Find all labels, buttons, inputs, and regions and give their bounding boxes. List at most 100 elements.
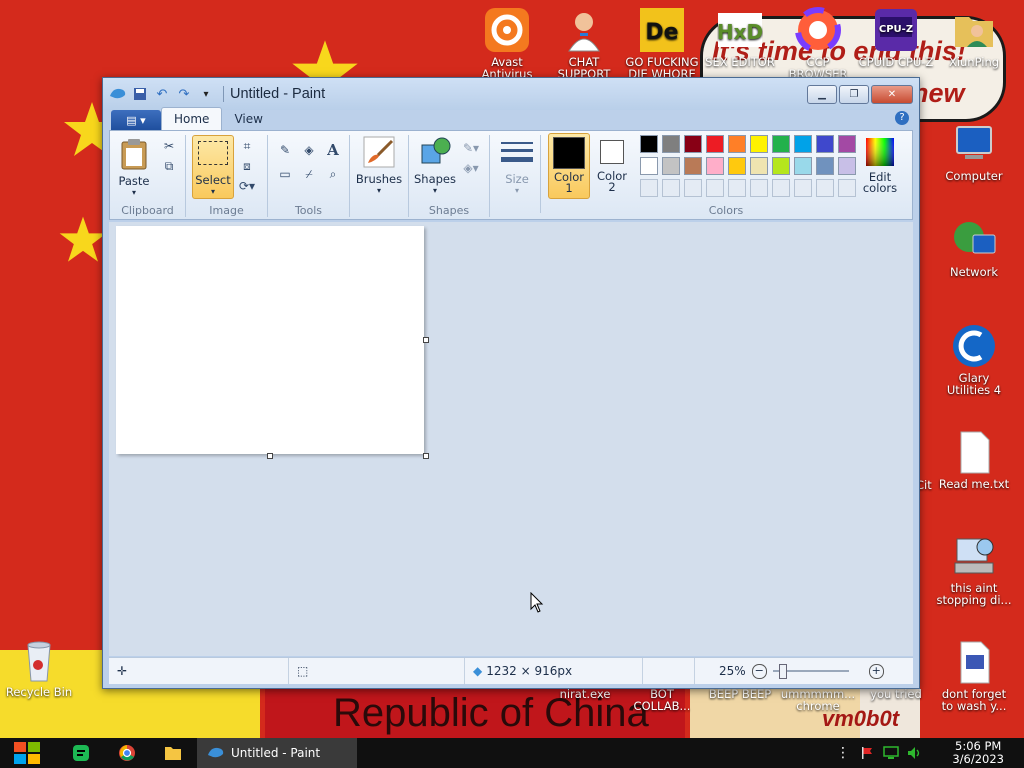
tab-home[interactable]: Home: [161, 107, 223, 130]
palette-swatch[interactable]: [684, 135, 702, 153]
edit-colors-button[interactable]: Edit colors: [858, 135, 902, 194]
palette-swatch[interactable]: [640, 135, 658, 153]
close-button[interactable]: ✕: [871, 85, 913, 104]
resize-handle-right[interactable]: [423, 337, 429, 343]
brushes-button[interactable]: Brushes ▾: [354, 135, 404, 195]
overflow-menu-icon[interactable]: ⋮: [834, 738, 852, 768]
custom-color-slot[interactable]: [772, 179, 790, 197]
taskbar-chrome[interactable]: [108, 738, 146, 768]
readme-txt-icon[interactable]: Read me.txt: [936, 428, 1012, 490]
ccp-browser-icon[interactable]: CCP BROWSER: [780, 6, 856, 80]
taskbar-file-explorer[interactable]: [154, 738, 192, 768]
network-tray-icon[interactable]: [880, 738, 902, 768]
title-bar[interactable]: ↶ ↷ ▾ Untitled - Paint ▁ ❐ ✕: [103, 78, 919, 110]
zoom-out-button[interactable]: −: [751, 663, 767, 679]
custom-color-slot[interactable]: [662, 179, 680, 197]
fill-icon[interactable]: ◈: [300, 141, 318, 159]
eraser-icon[interactable]: ▭: [276, 165, 294, 183]
beep-beep-icon[interactable]: BEEP BEEP: [702, 688, 778, 700]
zoom-slider[interactable]: [772, 664, 849, 679]
nirat-exe-icon[interactable]: nirat.exe: [547, 688, 623, 700]
palette-swatch[interactable]: [838, 157, 856, 175]
maximize-button[interactable]: ❐: [839, 85, 869, 104]
custom-color-slot[interactable]: [684, 179, 702, 197]
drawing-canvas[interactable]: [116, 226, 424, 454]
chat-support-icon[interactable]: CHAT SUPPORT: [546, 6, 622, 80]
palette-swatch[interactable]: [816, 157, 834, 175]
palette-swatch[interactable]: [662, 135, 680, 153]
palette-swatch[interactable]: [794, 157, 812, 175]
flag-icon[interactable]: [856, 738, 878, 768]
this-aint-stopping-icon[interactable]: this aint stopping di...: [936, 532, 1012, 606]
start-button[interactable]: [6, 738, 48, 768]
color1-button[interactable]: Color 1: [548, 133, 590, 199]
file-menu-button[interactable]: ▤ ▾: [111, 110, 161, 130]
custom-color-slot[interactable]: [838, 179, 856, 197]
zoom-slider-thumb[interactable]: [778, 664, 787, 679]
save-icon[interactable]: [131, 85, 149, 103]
pencil-icon[interactable]: ✎: [276, 141, 294, 159]
taskbar-paint[interactable]: Untitled - Paint: [197, 738, 357, 768]
palette-swatch[interactable]: [750, 135, 768, 153]
volume-icon[interactable]: [904, 738, 926, 768]
copy-icon[interactable]: ⧉: [160, 157, 178, 175]
customize-qat-icon[interactable]: ▾: [197, 85, 215, 103]
magnifier-icon[interactable]: ⌕: [324, 165, 342, 183]
undo-icon[interactable]: ↶: [153, 85, 171, 103]
outline-icon[interactable]: ✎▾: [459, 139, 483, 157]
rotate-icon[interactable]: ⟳▾: [238, 177, 256, 195]
fill-shape-icon[interactable]: ◈▾: [459, 159, 483, 177]
dont-forget-icon[interactable]: dont forget to wash y...: [936, 638, 1012, 712]
custom-color-slot[interactable]: [728, 179, 746, 197]
canvas-area[interactable]: [109, 222, 913, 656]
xiunping-icon[interactable]: XiunPing: [936, 6, 1012, 68]
custom-color-slot[interactable]: [706, 179, 724, 197]
system-clock[interactable]: 5:06 PM 3/6/2023: [952, 740, 1004, 766]
tab-view[interactable]: View: [222, 108, 274, 130]
palette-swatch[interactable]: [706, 157, 724, 175]
zoom-in-button[interactable]: +: [868, 663, 884, 679]
palette-swatch[interactable]: [662, 157, 680, 175]
redo-icon[interactable]: ↷: [175, 85, 193, 103]
bot-collab-icon[interactable]: BOT COLLAB...: [624, 688, 700, 712]
size-button[interactable]: Size ▾: [494, 135, 541, 213]
palette-swatch[interactable]: [728, 157, 746, 175]
go-die-icon[interactable]: De GO FUCKING DIE WHORE: [624, 6, 700, 80]
paste-button[interactable]: Paste ▾: [114, 137, 154, 197]
palette-swatch[interactable]: [728, 135, 746, 153]
text-tool-icon[interactable]: A: [324, 141, 342, 159]
custom-color-slot[interactable]: [640, 179, 658, 197]
you-tried-icon[interactable]: you tried: [858, 688, 934, 700]
network-icon[interactable]: Network: [936, 216, 1012, 278]
resize-handle-bottom[interactable]: [267, 453, 273, 459]
palette-swatch[interactable]: [684, 157, 702, 175]
avast-icon[interactable]: Avast Antivirus: [469, 6, 545, 80]
custom-color-slot[interactable]: [816, 179, 834, 197]
recycle-bin-icon[interactable]: Recycle Bin: [1, 636, 77, 698]
glary-utilities-icon[interactable]: Glary Utilities 4: [936, 322, 1012, 396]
ummmm-chrome-icon[interactable]: ummmmm... chrome: [780, 688, 856, 712]
cut-icon[interactable]: ✂: [160, 137, 178, 155]
palette-swatch[interactable]: [750, 157, 768, 175]
palette-swatch[interactable]: [772, 135, 790, 153]
custom-color-slot[interactable]: [794, 179, 812, 197]
shapes-button[interactable]: Shapes ▾: [413, 135, 457, 195]
paint-app-icon[interactable]: [109, 85, 127, 103]
computer-icon[interactable]: Computer: [936, 120, 1012, 182]
sex-editor-icon[interactable]: HxD SEX EDITOR: [702, 6, 778, 68]
crop-icon[interactable]: ⌗: [238, 137, 256, 155]
select-button[interactable]: Select ▾: [192, 135, 234, 199]
palette-swatch[interactable]: [772, 157, 790, 175]
palette-swatch[interactable]: [794, 135, 812, 153]
taskbar-app-green[interactable]: [62, 738, 100, 768]
help-icon[interactable]: ?: [895, 111, 909, 125]
palette-swatch[interactable]: [816, 135, 834, 153]
resize-icon[interactable]: ⧈: [238, 157, 256, 175]
resize-handle-corner[interactable]: [423, 453, 429, 459]
custom-color-slot[interactable]: [750, 179, 768, 197]
color-picker-icon[interactable]: ⌿: [300, 165, 318, 183]
minimize-button[interactable]: ▁: [807, 85, 837, 104]
palette-swatch[interactable]: [640, 157, 658, 175]
palette-swatch[interactable]: [706, 135, 724, 153]
cpuid-icon[interactable]: CPU-Z CPUID CPU-Z: [858, 6, 934, 68]
